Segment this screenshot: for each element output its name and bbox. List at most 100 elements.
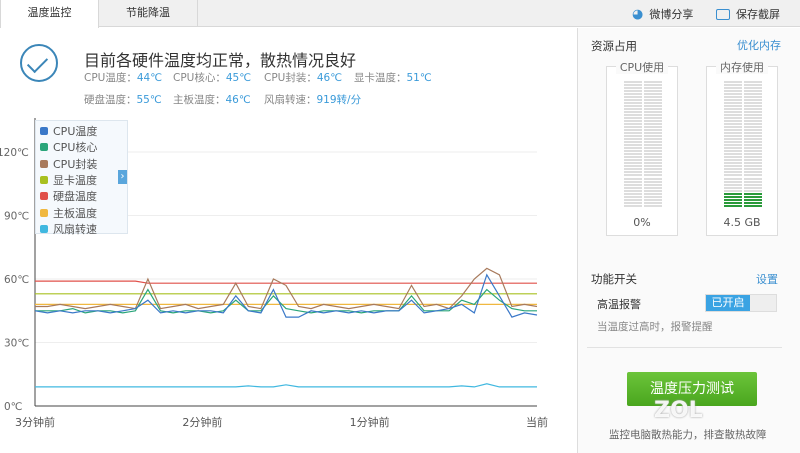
gauge-segment [624, 129, 662, 132]
legend-swatch [40, 176, 48, 185]
high-temp-alarm-toggle[interactable]: 已开启 [705, 294, 777, 312]
status-label: 显卡温度： [354, 72, 407, 84]
gauge-segment [624, 183, 662, 186]
alarm-description: 当温度过高时，报警提醒 [597, 321, 713, 333]
gauge-segment [624, 93, 662, 96]
legend-item[interactable]: 风扇转速 [40, 221, 127, 237]
legend-collapse-arrow-icon[interactable]: › [118, 170, 127, 184]
gauge-segment [724, 87, 762, 90]
gauge-segment [624, 108, 662, 111]
legend-label: 风扇转速 [53, 222, 97, 236]
series-line-7 [35, 383, 537, 388]
gauge-segment [624, 117, 662, 120]
legend-swatch [40, 224, 48, 233]
gauge-segment [724, 147, 762, 150]
gauge-segment [724, 156, 762, 159]
legend-swatch [40, 127, 48, 136]
gauge-segment [724, 204, 762, 207]
gauge-segment [624, 90, 662, 93]
x-tick-label: 1分钟前 [350, 415, 390, 429]
tab-energy-saving[interactable]: 节能降温 [99, 0, 198, 27]
gauge-segment [724, 81, 762, 83]
gauge-segment [624, 144, 662, 147]
gauge-segment [624, 126, 662, 129]
legend-label: 硬盘温度 [53, 190, 97, 204]
gauge-segment [724, 123, 762, 126]
y-tick-label: 0℃ [4, 401, 22, 413]
y-tick-label: 120℃ [0, 147, 29, 159]
legend-label: CPU温度 [53, 125, 98, 139]
gauge-segment [624, 168, 662, 171]
y-tick-label: 30℃ [4, 338, 29, 350]
legend-label: 显卡温度 [53, 174, 97, 188]
save-screenshot-label: 保存截屏 [736, 8, 780, 21]
status-item: 风扇转速：919转/分 [264, 92, 361, 107]
series-line-3 [35, 267, 538, 310]
cpu-usage-label: CPU使用 [615, 61, 669, 74]
save-screenshot-button[interactable]: 保存截屏 [716, 6, 780, 22]
status-value: 44℃ [136, 72, 163, 84]
gauge-segment [724, 135, 762, 138]
gauge-segment [724, 90, 762, 93]
gauge-segment [624, 156, 662, 159]
gauge-segment [624, 177, 662, 180]
series-line-5 [35, 280, 537, 284]
settings-link[interactable]: 设置 [756, 271, 778, 287]
gauge-segment [624, 171, 662, 174]
x-tick-label: 2分钟前 [182, 415, 222, 429]
weibo-share-button[interactable]: ◕ 微博分享 [632, 6, 693, 22]
gauge-segment [624, 111, 662, 114]
gauge-segment [724, 165, 762, 168]
series-line-2 [35, 288, 537, 314]
legend-item[interactable]: CPU核心 [40, 139, 127, 155]
gauge-segment [724, 117, 762, 120]
gauge-segment [624, 153, 662, 156]
gauge-segment [724, 99, 762, 102]
camera-icon [716, 8, 730, 20]
gauge-segment [724, 132, 762, 135]
legend-item[interactable]: 主板温度 [40, 204, 127, 220]
gauge-segment [624, 159, 662, 162]
y-tick-label: 90℃ [4, 211, 29, 223]
legend-swatch [40, 192, 48, 201]
gauge-segment [724, 141, 762, 144]
legend-item[interactable]: CPU封装 [40, 156, 127, 172]
optimize-memory-link[interactable]: 优化内存 [737, 37, 781, 53]
gauge-segment [724, 114, 762, 117]
gauge-segment [624, 123, 662, 126]
gauge-segment [624, 201, 662, 204]
status-item: 硬盘温度：55℃ [84, 92, 162, 107]
status-item: CPU温度：44℃ [84, 70, 162, 85]
legend-item[interactable]: 硬盘温度 [40, 188, 127, 204]
memory-usage-gauge: 内存使用 4.5 GB [706, 61, 778, 236]
gauge-segment [724, 153, 762, 156]
gauge-segment [724, 150, 762, 153]
status-item: 显卡温度：51℃ [354, 70, 432, 85]
gauge-segment [724, 102, 762, 105]
gauge-segment [624, 84, 662, 87]
gauge-segment [624, 186, 662, 189]
legend-swatch [40, 143, 48, 152]
gauge-segment [724, 168, 762, 171]
gauge-segment [724, 108, 762, 111]
status-value: 46℃ [225, 94, 251, 106]
ok-check-icon [20, 44, 58, 82]
gauge-segment [724, 84, 762, 87]
legend-item[interactable]: 显卡温度 [40, 172, 127, 188]
gauge-segment [624, 189, 662, 192]
status-value: 55℃ [136, 94, 162, 106]
memory-usage-label: 内存使用 [716, 61, 768, 74]
tab-temperature-monitor[interactable]: 温度监控 [0, 0, 99, 28]
gauge-segment [724, 198, 762, 201]
top-bar: 温度监控 节能降温 ◕ 微博分享 保存截屏 [0, 0, 800, 28]
cpu-usage-value: 0% [633, 216, 651, 229]
gauge-segment [724, 126, 762, 129]
gauge-segment [624, 162, 662, 165]
high-temp-alarm-label: 高温报警 [597, 298, 641, 311]
gauge-segment [624, 198, 662, 201]
status-label: CPU封装： [264, 72, 317, 84]
legend-item[interactable]: CPU温度 [40, 123, 127, 139]
gauge-segment [724, 144, 762, 147]
gauge-segment [624, 132, 662, 135]
gauge-segment [624, 180, 662, 183]
